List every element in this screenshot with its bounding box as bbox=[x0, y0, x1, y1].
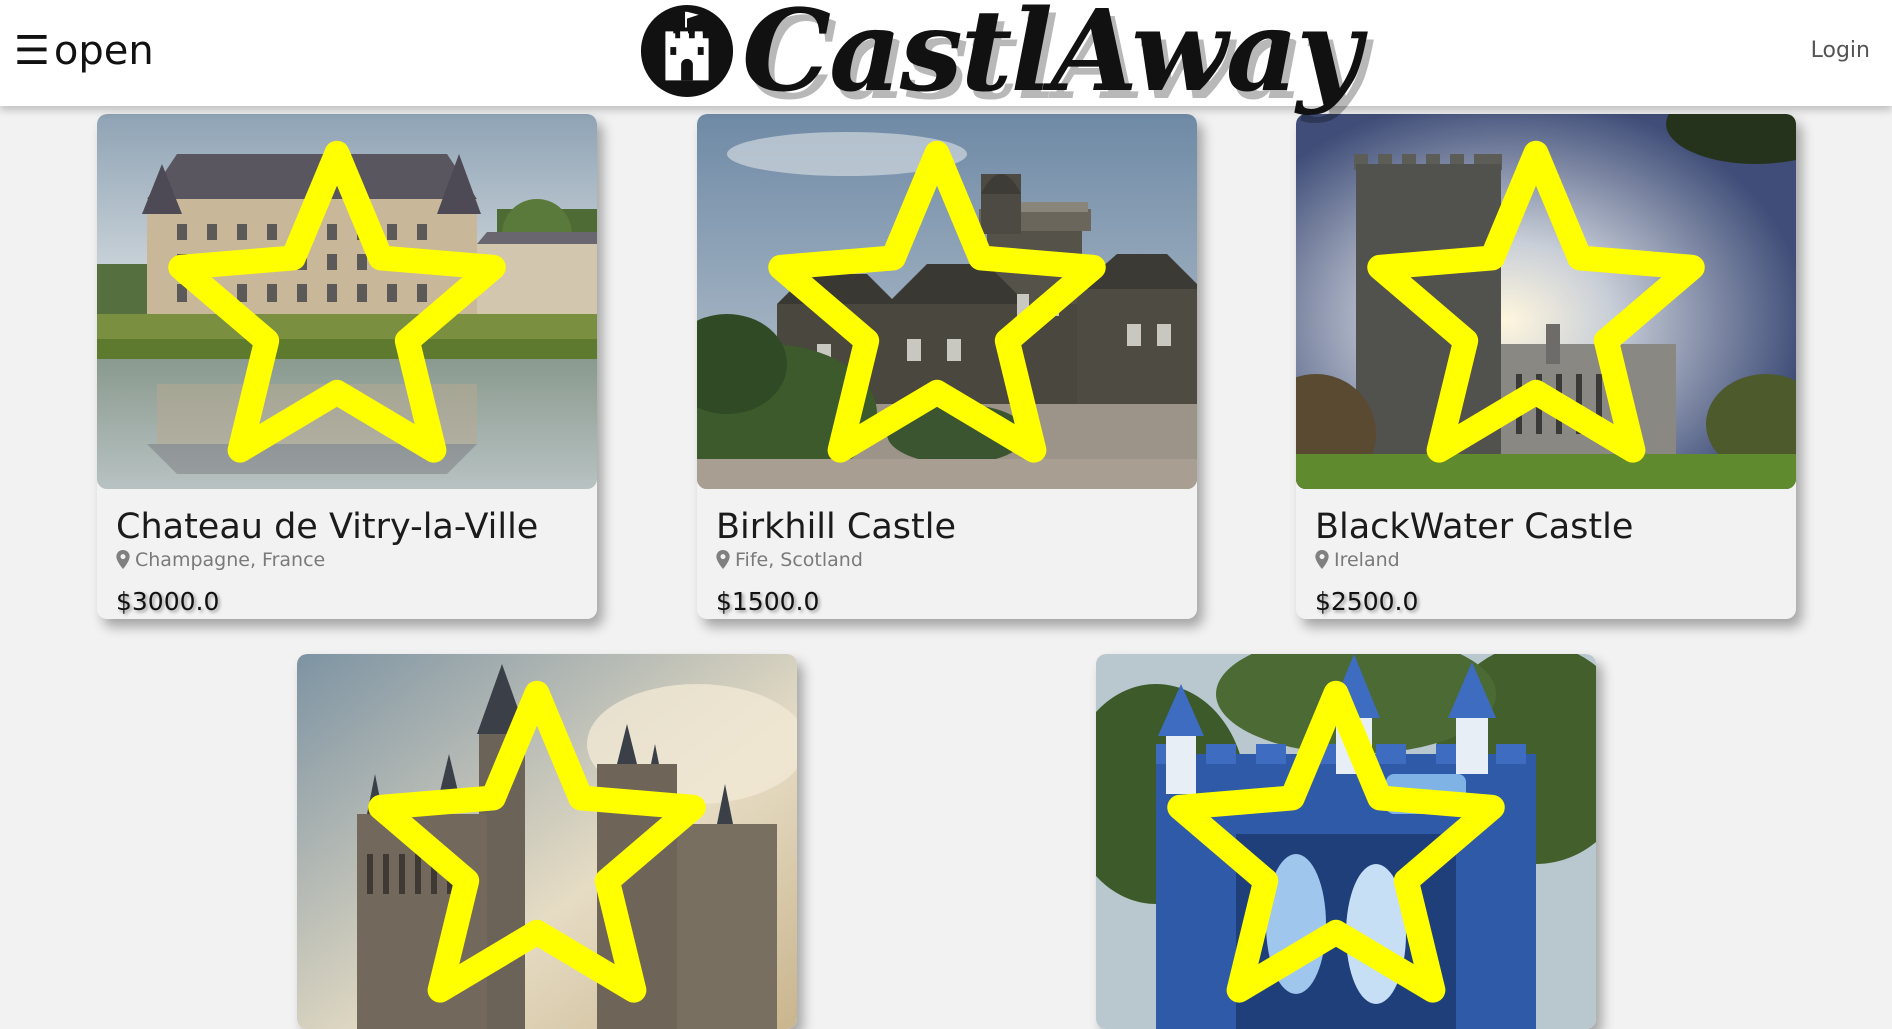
listing-card[interactable]: Chateau de Vitry-la-Ville Champagne, Fra… bbox=[97, 114, 597, 619]
listing-card[interactable]: BlackWater Castle Ireland $2500.0 bbox=[1296, 114, 1796, 619]
brand-name: CastlAway bbox=[742, 0, 1361, 117]
listing-price: $3000.0 bbox=[116, 587, 220, 616]
castle-logo-icon bbox=[640, 4, 734, 98]
listing-price: $2500.0 bbox=[1315, 587, 1419, 616]
map-pin-icon bbox=[1315, 550, 1329, 569]
map-pin-icon bbox=[116, 550, 130, 569]
listing-photo[interactable] bbox=[1096, 654, 1596, 1029]
listing-photo[interactable] bbox=[697, 114, 1197, 489]
map-pin-icon bbox=[716, 550, 730, 569]
favorite-star-icon[interactable] bbox=[1296, 122, 1786, 489]
listing-card[interactable]: Birkhill Castle Fife, Scotland $1500.0 bbox=[697, 114, 1197, 619]
menu-open-button[interactable]: ☰ open bbox=[14, 26, 154, 76]
listing-location: Ireland bbox=[1315, 549, 1778, 571]
favorite-star-icon[interactable] bbox=[97, 122, 587, 489]
favorite-star-icon[interactable] bbox=[297, 662, 787, 1029]
menu-open-label: open bbox=[53, 28, 154, 74]
listing-card[interactable] bbox=[1096, 654, 1596, 1029]
listing-location: Champagne, France bbox=[116, 549, 579, 571]
listing-location-text: Ireland bbox=[1334, 549, 1400, 571]
listing-photo[interactable] bbox=[97, 114, 597, 489]
login-link[interactable]: Login bbox=[1811, 38, 1870, 63]
listing-photo[interactable] bbox=[297, 654, 797, 1029]
listing-location-text: Champagne, France bbox=[135, 549, 326, 571]
favorite-star-icon[interactable] bbox=[1096, 662, 1586, 1029]
brand-logo[interactable]: CastlAway bbox=[638, 0, 1361, 132]
listing-title[interactable]: BlackWater Castle bbox=[1315, 507, 1778, 547]
hamburger-icon: ☰ bbox=[14, 28, 50, 74]
listing-location-text: Fife, Scotland bbox=[735, 549, 863, 571]
listing-price: $1500.0 bbox=[716, 587, 820, 616]
listing-title[interactable]: Chateau de Vitry-la-Ville bbox=[116, 507, 579, 547]
listing-title[interactable]: Birkhill Castle bbox=[716, 507, 1179, 547]
listing-photo[interactable] bbox=[1296, 114, 1796, 489]
listing-card[interactable] bbox=[297, 654, 797, 1029]
favorite-star-icon[interactable] bbox=[697, 122, 1187, 489]
listing-location: Fife, Scotland bbox=[716, 549, 1179, 571]
